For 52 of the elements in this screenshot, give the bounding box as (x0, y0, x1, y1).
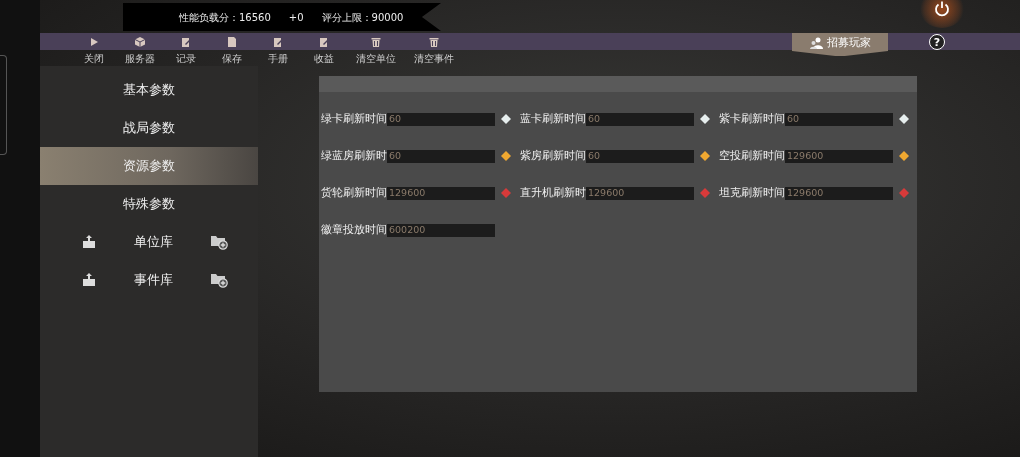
library-label[interactable]: 单位库 (133, 232, 173, 252)
upload-icon (82, 273, 96, 287)
field-label: 货轮刷新时间 (321, 185, 387, 201)
score-label: 性能负载分：16560 (179, 10, 271, 25)
toolbar-button[interactable]: 清空单位 (347, 36, 404, 64)
input-field[interactable]: 129600 (586, 186, 694, 200)
input-field[interactable]: 60 (785, 112, 893, 126)
recruit-button[interactable]: 招募玩家 (792, 33, 888, 56)
toolbar-button[interactable]: 服务器 (117, 36, 163, 64)
document-icon (226, 36, 238, 48)
field-label: 空投刷新时间 (719, 148, 785, 164)
side-tab-handle[interactable] (0, 55, 7, 155)
field-label: 直升机刷新时 (520, 185, 586, 201)
upload-button[interactable] (82, 273, 96, 287)
sidebar-tab[interactable]: 基本参数 (40, 71, 258, 109)
input-field[interactable]: 129600 (785, 149, 893, 163)
toolbar-button[interactable]: 手册 (255, 36, 301, 64)
add-folder-icon (210, 234, 228, 250)
upload-button[interactable] (82, 235, 96, 249)
input-field[interactable]: 60 (387, 149, 495, 163)
add-folder-button[interactable] (210, 272, 228, 288)
field-label: 绿卡刷新时间 (321, 111, 387, 127)
library-label[interactable]: 事件库 (133, 270, 173, 290)
sidebar-tab[interactable]: 战局参数 (40, 109, 258, 147)
field-label: 紫房刷新时间 (520, 148, 586, 164)
input-field[interactable]: 60 (387, 112, 495, 126)
input-field[interactable]: 60 (586, 112, 694, 126)
toolbar-button[interactable]: 关闭 (71, 36, 117, 64)
score-limit: 评分上限：90000 (321, 10, 404, 25)
score-delta: +0 (288, 10, 304, 25)
upload-icon (82, 235, 96, 249)
field-label: 紫卡刷新时间 (719, 111, 785, 127)
sidebar-tab[interactable]: 特殊参数 (40, 185, 258, 223)
input-field[interactable]: 129600 (785, 186, 893, 200)
field-label: 坦克刷新时间 (719, 185, 785, 201)
play-icon (88, 36, 100, 48)
toolbar-button[interactable]: 记录 (163, 36, 209, 64)
power-icon (933, 0, 951, 18)
field-label: 徽章投放时间 (321, 222, 387, 238)
sidebar-tab[interactable]: 资源参数 (40, 147, 258, 185)
field-label: 绿蓝房刷新时 (321, 148, 387, 164)
toolbar-button[interactable]: 收益 (301, 36, 347, 64)
add-folder-icon (210, 272, 228, 288)
power-button[interactable] (920, 0, 964, 28)
people-icon (809, 36, 824, 50)
toolbar-button[interactable]: 保存 (209, 36, 255, 64)
add-folder-button[interactable] (210, 234, 228, 250)
input-field[interactable]: 600200 (387, 223, 495, 237)
toolbar-button[interactable]: 清空事件 (404, 36, 464, 64)
input-field[interactable]: 60 (586, 149, 694, 163)
field-label: 蓝卡刷新时间 (520, 111, 586, 127)
input-field[interactable]: 129600 (387, 186, 495, 200)
